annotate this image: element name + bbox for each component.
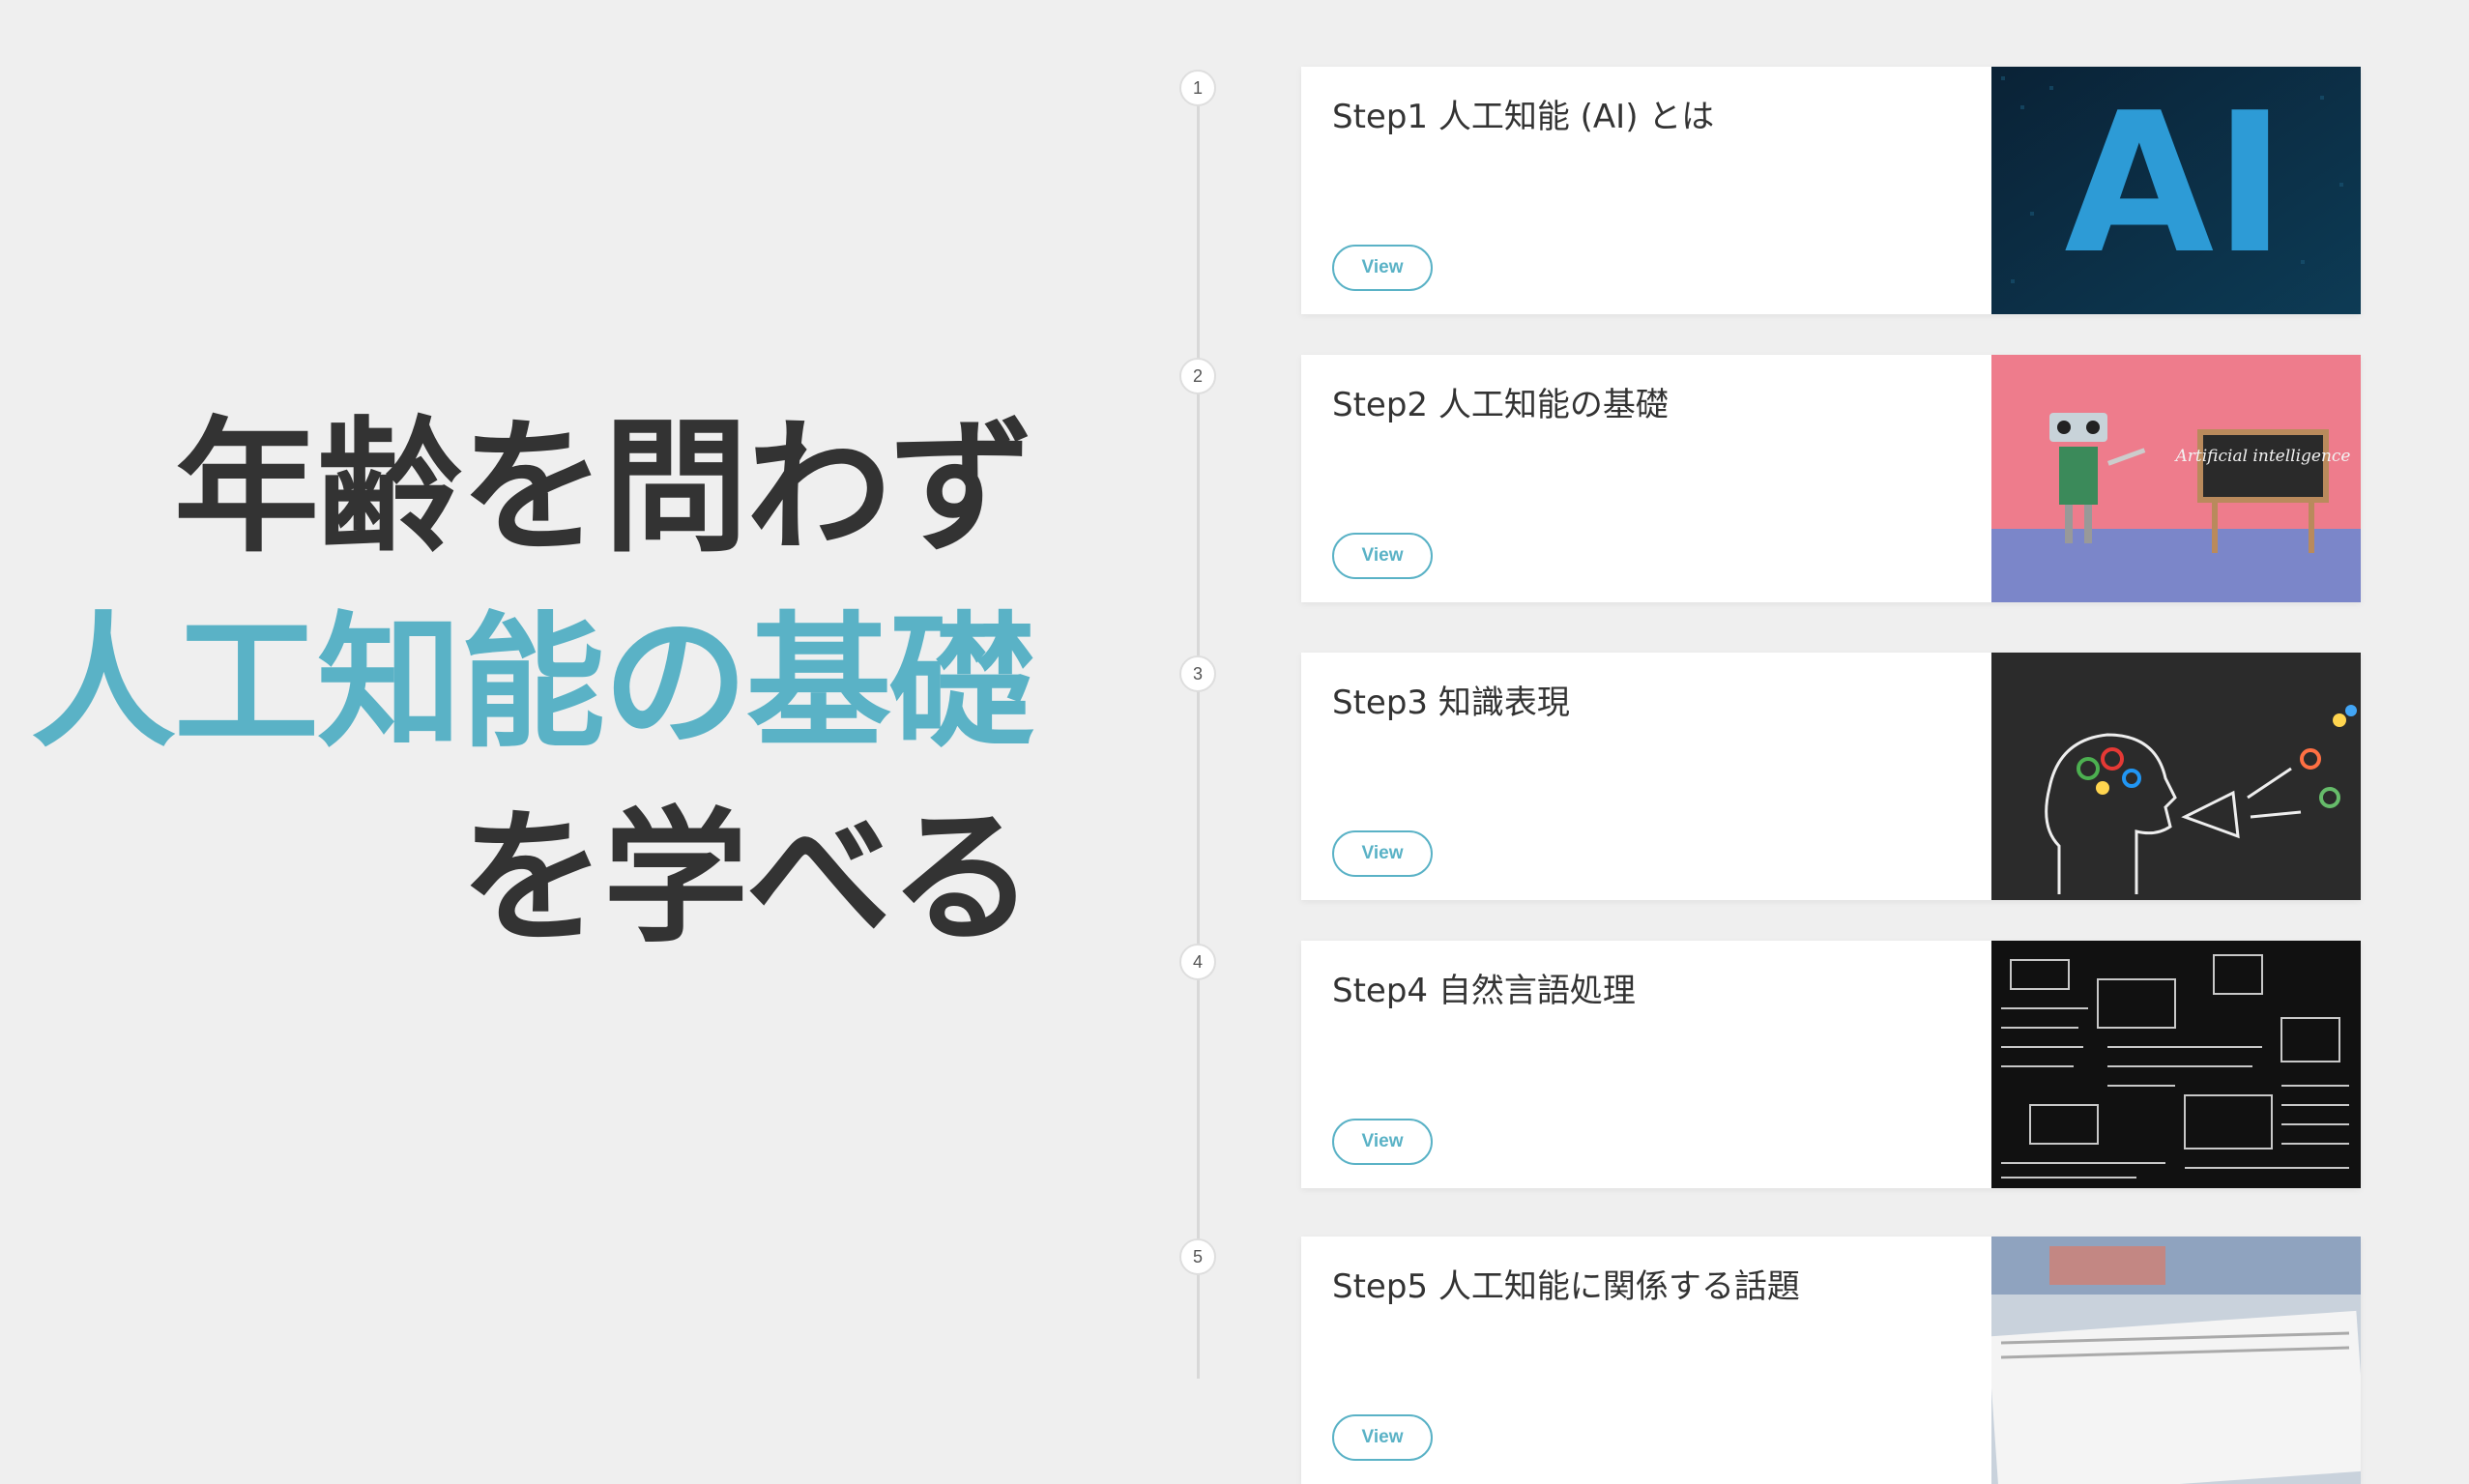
newspaper-image [1991,1237,2361,1484]
hero-line-3: を学べる [459,795,1034,963]
step-number-badge: 4 [1179,944,1216,980]
view-button[interactable]: View [1332,245,1433,291]
hero-line-2-highlight: 人工知能の基礎 [30,599,1034,768]
step-number-badge: 2 [1179,358,1216,394]
ai-text-image: AI [1991,67,2361,314]
view-button[interactable]: View [1332,533,1433,579]
hero-heading: 年齢を問わず 人工知能の基礎 を学べる [30,404,1034,963]
svg-text:Artificial intelligence: Artificial intelligence [2173,447,2350,466]
step-title: Step3 知識表現 [1332,684,1570,722]
view-button[interactable]: View [1332,1414,1433,1461]
head-megaphone-chalk-image [1991,653,2361,900]
step-card-3[interactable]: Step3 知識表現 View [1301,653,2361,900]
step-number-badge: 5 [1179,1238,1216,1275]
view-button[interactable]: View [1332,830,1433,877]
step-card-2[interactable]: Step2 人工知能の基礎 View Artificial intelligen… [1301,355,2361,602]
hero-line-1: 年齢を問わず [173,404,1034,572]
step-card-5[interactable]: Step5 人工知能に関係する話題 View [1301,1237,2361,1484]
step-title: Step2 人工知能の基礎 [1332,386,1669,424]
robot-chalkboard-image: Artificial intelligence [1991,355,2361,602]
chalkboard-code-image [1991,941,2361,1188]
step-number-badge: 1 [1179,70,1216,106]
timeline-line [1197,87,1200,1379]
step-title: Step4 自然言語処理 [1332,972,1636,1010]
step-title: Step5 人工知能に関係する話題 [1332,1267,1800,1306]
step-title: Step1 人工知能 (AI) とは [1332,98,1715,136]
view-button[interactable]: View [1332,1119,1433,1165]
step-card-4[interactable]: Step4 自然言語処理 View [1301,941,2361,1188]
svg-text:AI: AI [2064,72,2285,297]
step-number-badge: 3 [1179,655,1216,692]
step-card-1[interactable]: Step1 人工知能 (AI) とは View AI [1301,67,2361,314]
